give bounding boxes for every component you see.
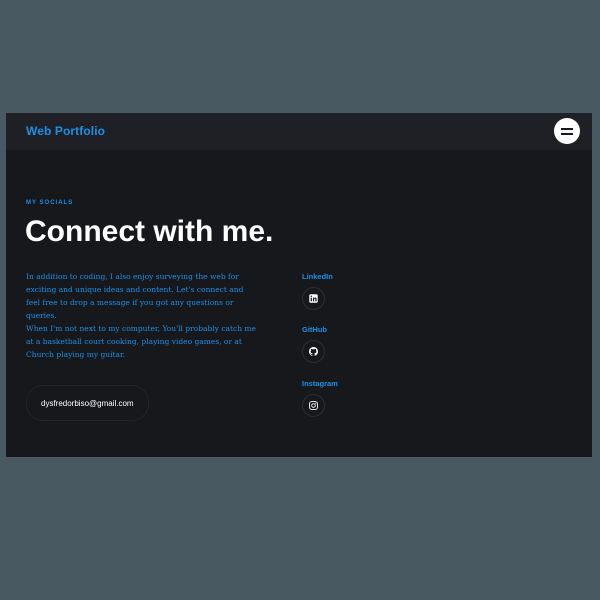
github-button[interactable] — [302, 340, 325, 363]
navbar: Web Portfolio — [6, 113, 592, 150]
linkedin-button[interactable] — [302, 287, 325, 310]
email-link[interactable]: dysfredorbiso@gmail.com — [26, 385, 149, 421]
instagram-icon — [309, 401, 318, 410]
github-label: GitHub — [302, 325, 327, 334]
instagram-button[interactable] — [302, 394, 325, 417]
github-icon — [309, 347, 318, 356]
brand-logo[interactable]: Web Portfolio — [26, 124, 105, 138]
instagram-label: Instagram — [302, 379, 338, 388]
menu-button[interactable] — [554, 118, 580, 144]
email-text: dysfredorbiso@gmail.com — [41, 398, 134, 408]
social-linkedin: LinkedIn — [302, 272, 333, 310]
section-kicker: MY SOCIALS — [26, 200, 74, 206]
page-title: Connect with me. — [25, 215, 274, 248]
intro-paragraph: In addition to coding, I also enjoy surv… — [26, 272, 244, 320]
social-github: GitHub — [302, 325, 327, 363]
social-instagram: Instagram — [302, 379, 338, 417]
linkedin-label: LinkedIn — [302, 272, 333, 281]
portfolio-window: Web Portfolio MY SOCIALS Connect with me… — [6, 113, 592, 457]
linkedin-icon — [309, 294, 318, 303]
hamburger-menu-icon — [561, 128, 573, 130]
hamburger-menu-icon-bar — [561, 133, 573, 135]
hobbies-paragraph: When I'm not next to my computer, You'll… — [26, 324, 256, 359]
